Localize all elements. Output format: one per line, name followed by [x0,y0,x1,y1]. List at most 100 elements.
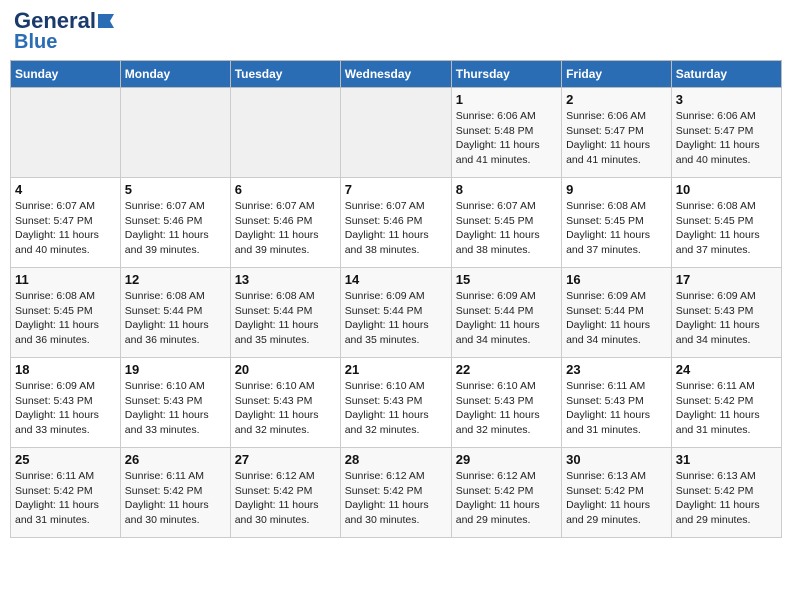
day-info: Sunrise: 6:08 AMSunset: 5:45 PMDaylight:… [15,289,116,348]
calendar-cell: 3 Sunrise: 6:06 AMSunset: 5:47 PMDayligh… [671,88,781,178]
day-number: 17 [676,272,777,287]
weekday-header-monday: Monday [120,61,230,88]
calendar-cell: 15 Sunrise: 6:09 AMSunset: 5:44 PMDaylig… [451,268,561,358]
day-number: 26 [125,452,226,467]
calendar-cell: 9 Sunrise: 6:08 AMSunset: 5:45 PMDayligh… [562,178,672,268]
day-number: 3 [676,92,777,107]
calendar-header: SundayMondayTuesdayWednesdayThursdayFrid… [11,61,782,88]
day-number: 15 [456,272,557,287]
day-info: Sunrise: 6:09 AMSunset: 5:43 PMDaylight:… [676,289,777,348]
weekday-header-saturday: Saturday [671,61,781,88]
day-number: 5 [125,182,226,197]
calendar-cell: 2 Sunrise: 6:06 AMSunset: 5:47 PMDayligh… [562,88,672,178]
calendar-body: 1 Sunrise: 6:06 AMSunset: 5:48 PMDayligh… [11,88,782,538]
calendar-table: SundayMondayTuesdayWednesdayThursdayFrid… [10,60,782,538]
day-info: Sunrise: 6:12 AMSunset: 5:42 PMDaylight:… [235,469,336,528]
day-info: Sunrise: 6:08 AMSunset: 5:45 PMDaylight:… [566,199,667,258]
calendar-cell: 29 Sunrise: 6:12 AMSunset: 5:42 PMDaylig… [451,448,561,538]
day-number: 4 [15,182,116,197]
calendar-cell: 24 Sunrise: 6:11 AMSunset: 5:42 PMDaylig… [671,358,781,448]
day-number: 11 [15,272,116,287]
calendar-cell: 5 Sunrise: 6:07 AMSunset: 5:46 PMDayligh… [120,178,230,268]
day-number: 24 [676,362,777,377]
calendar-cell: 26 Sunrise: 6:11 AMSunset: 5:42 PMDaylig… [120,448,230,538]
day-info: Sunrise: 6:08 AMSunset: 5:45 PMDaylight:… [676,199,777,258]
day-number: 29 [456,452,557,467]
calendar-cell: 7 Sunrise: 6:07 AMSunset: 5:46 PMDayligh… [340,178,451,268]
calendar-cell: 20 Sunrise: 6:10 AMSunset: 5:43 PMDaylig… [230,358,340,448]
day-info: Sunrise: 6:09 AMSunset: 5:44 PMDaylight:… [456,289,557,348]
day-info: Sunrise: 6:12 AMSunset: 5:42 PMDaylight:… [345,469,447,528]
day-info: Sunrise: 6:06 AMSunset: 5:47 PMDaylight:… [566,109,667,168]
calendar-cell: 27 Sunrise: 6:12 AMSunset: 5:42 PMDaylig… [230,448,340,538]
calendar-week-2: 4 Sunrise: 6:07 AMSunset: 5:47 PMDayligh… [11,178,782,268]
day-number: 9 [566,182,667,197]
calendar-cell [11,88,121,178]
day-number: 21 [345,362,447,377]
calendar-cell: 28 Sunrise: 6:12 AMSunset: 5:42 PMDaylig… [340,448,451,538]
calendar-cell: 13 Sunrise: 6:08 AMSunset: 5:44 PMDaylig… [230,268,340,358]
day-info: Sunrise: 6:11 AMSunset: 5:43 PMDaylight:… [566,379,667,438]
page-header: General Blue [10,10,782,52]
day-info: Sunrise: 6:08 AMSunset: 5:44 PMDaylight:… [125,289,226,348]
weekday-header-tuesday: Tuesday [230,61,340,88]
logo: General Blue [14,10,116,52]
day-info: Sunrise: 6:09 AMSunset: 5:44 PMDaylight:… [345,289,447,348]
day-info: Sunrise: 6:06 AMSunset: 5:47 PMDaylight:… [676,109,777,168]
day-info: Sunrise: 6:10 AMSunset: 5:43 PMDaylight:… [125,379,226,438]
calendar-cell [340,88,451,178]
calendar-cell: 25 Sunrise: 6:11 AMSunset: 5:42 PMDaylig… [11,448,121,538]
day-info: Sunrise: 6:09 AMSunset: 5:44 PMDaylight:… [566,289,667,348]
weekday-header-wednesday: Wednesday [340,61,451,88]
day-number: 16 [566,272,667,287]
calendar-week-5: 25 Sunrise: 6:11 AMSunset: 5:42 PMDaylig… [11,448,782,538]
day-number: 27 [235,452,336,467]
calendar-cell [120,88,230,178]
day-number: 1 [456,92,557,107]
calendar-cell: 8 Sunrise: 6:07 AMSunset: 5:45 PMDayligh… [451,178,561,268]
day-info: Sunrise: 6:07 AMSunset: 5:46 PMDaylight:… [345,199,447,258]
calendar-cell [230,88,340,178]
calendar-week-4: 18 Sunrise: 6:09 AMSunset: 5:43 PMDaylig… [11,358,782,448]
calendar-cell: 1 Sunrise: 6:06 AMSunset: 5:48 PMDayligh… [451,88,561,178]
calendar-cell: 17 Sunrise: 6:09 AMSunset: 5:43 PMDaylig… [671,268,781,358]
calendar-cell: 11 Sunrise: 6:08 AMSunset: 5:45 PMDaylig… [11,268,121,358]
day-number: 25 [15,452,116,467]
day-info: Sunrise: 6:11 AMSunset: 5:42 PMDaylight:… [676,379,777,438]
day-number: 12 [125,272,226,287]
day-info: Sunrise: 6:07 AMSunset: 5:45 PMDaylight:… [456,199,557,258]
calendar-cell: 19 Sunrise: 6:10 AMSunset: 5:43 PMDaylig… [120,358,230,448]
weekday-header-sunday: Sunday [11,61,121,88]
calendar-cell: 14 Sunrise: 6:09 AMSunset: 5:44 PMDaylig… [340,268,451,358]
day-info: Sunrise: 6:11 AMSunset: 5:42 PMDaylight:… [15,469,116,528]
day-info: Sunrise: 6:10 AMSunset: 5:43 PMDaylight:… [345,379,447,438]
day-info: Sunrise: 6:13 AMSunset: 5:42 PMDaylight:… [676,469,777,528]
day-number: 14 [345,272,447,287]
calendar-cell: 4 Sunrise: 6:07 AMSunset: 5:47 PMDayligh… [11,178,121,268]
day-number: 31 [676,452,777,467]
calendar-cell: 16 Sunrise: 6:09 AMSunset: 5:44 PMDaylig… [562,268,672,358]
day-info: Sunrise: 6:08 AMSunset: 5:44 PMDaylight:… [235,289,336,348]
day-info: Sunrise: 6:07 AMSunset: 5:46 PMDaylight:… [235,199,336,258]
day-info: Sunrise: 6:06 AMSunset: 5:48 PMDaylight:… [456,109,557,168]
day-info: Sunrise: 6:13 AMSunset: 5:42 PMDaylight:… [566,469,667,528]
day-number: 10 [676,182,777,197]
calendar-cell: 18 Sunrise: 6:09 AMSunset: 5:43 PMDaylig… [11,358,121,448]
day-number: 2 [566,92,667,107]
day-number: 6 [235,182,336,197]
day-number: 19 [125,362,226,377]
day-info: Sunrise: 6:07 AMSunset: 5:47 PMDaylight:… [15,199,116,258]
day-number: 30 [566,452,667,467]
calendar-cell: 31 Sunrise: 6:13 AMSunset: 5:42 PMDaylig… [671,448,781,538]
day-info: Sunrise: 6:07 AMSunset: 5:46 PMDaylight:… [125,199,226,258]
calendar-cell: 10 Sunrise: 6:08 AMSunset: 5:45 PMDaylig… [671,178,781,268]
logo-blue: Blue [14,32,57,52]
day-number: 23 [566,362,667,377]
calendar-week-1: 1 Sunrise: 6:06 AMSunset: 5:48 PMDayligh… [11,88,782,178]
calendar-cell: 21 Sunrise: 6:10 AMSunset: 5:43 PMDaylig… [340,358,451,448]
day-number: 13 [235,272,336,287]
day-number: 28 [345,452,447,467]
day-info: Sunrise: 6:10 AMSunset: 5:43 PMDaylight:… [235,379,336,438]
calendar-cell: 6 Sunrise: 6:07 AMSunset: 5:46 PMDayligh… [230,178,340,268]
logo-flag-icon [98,14,116,28]
